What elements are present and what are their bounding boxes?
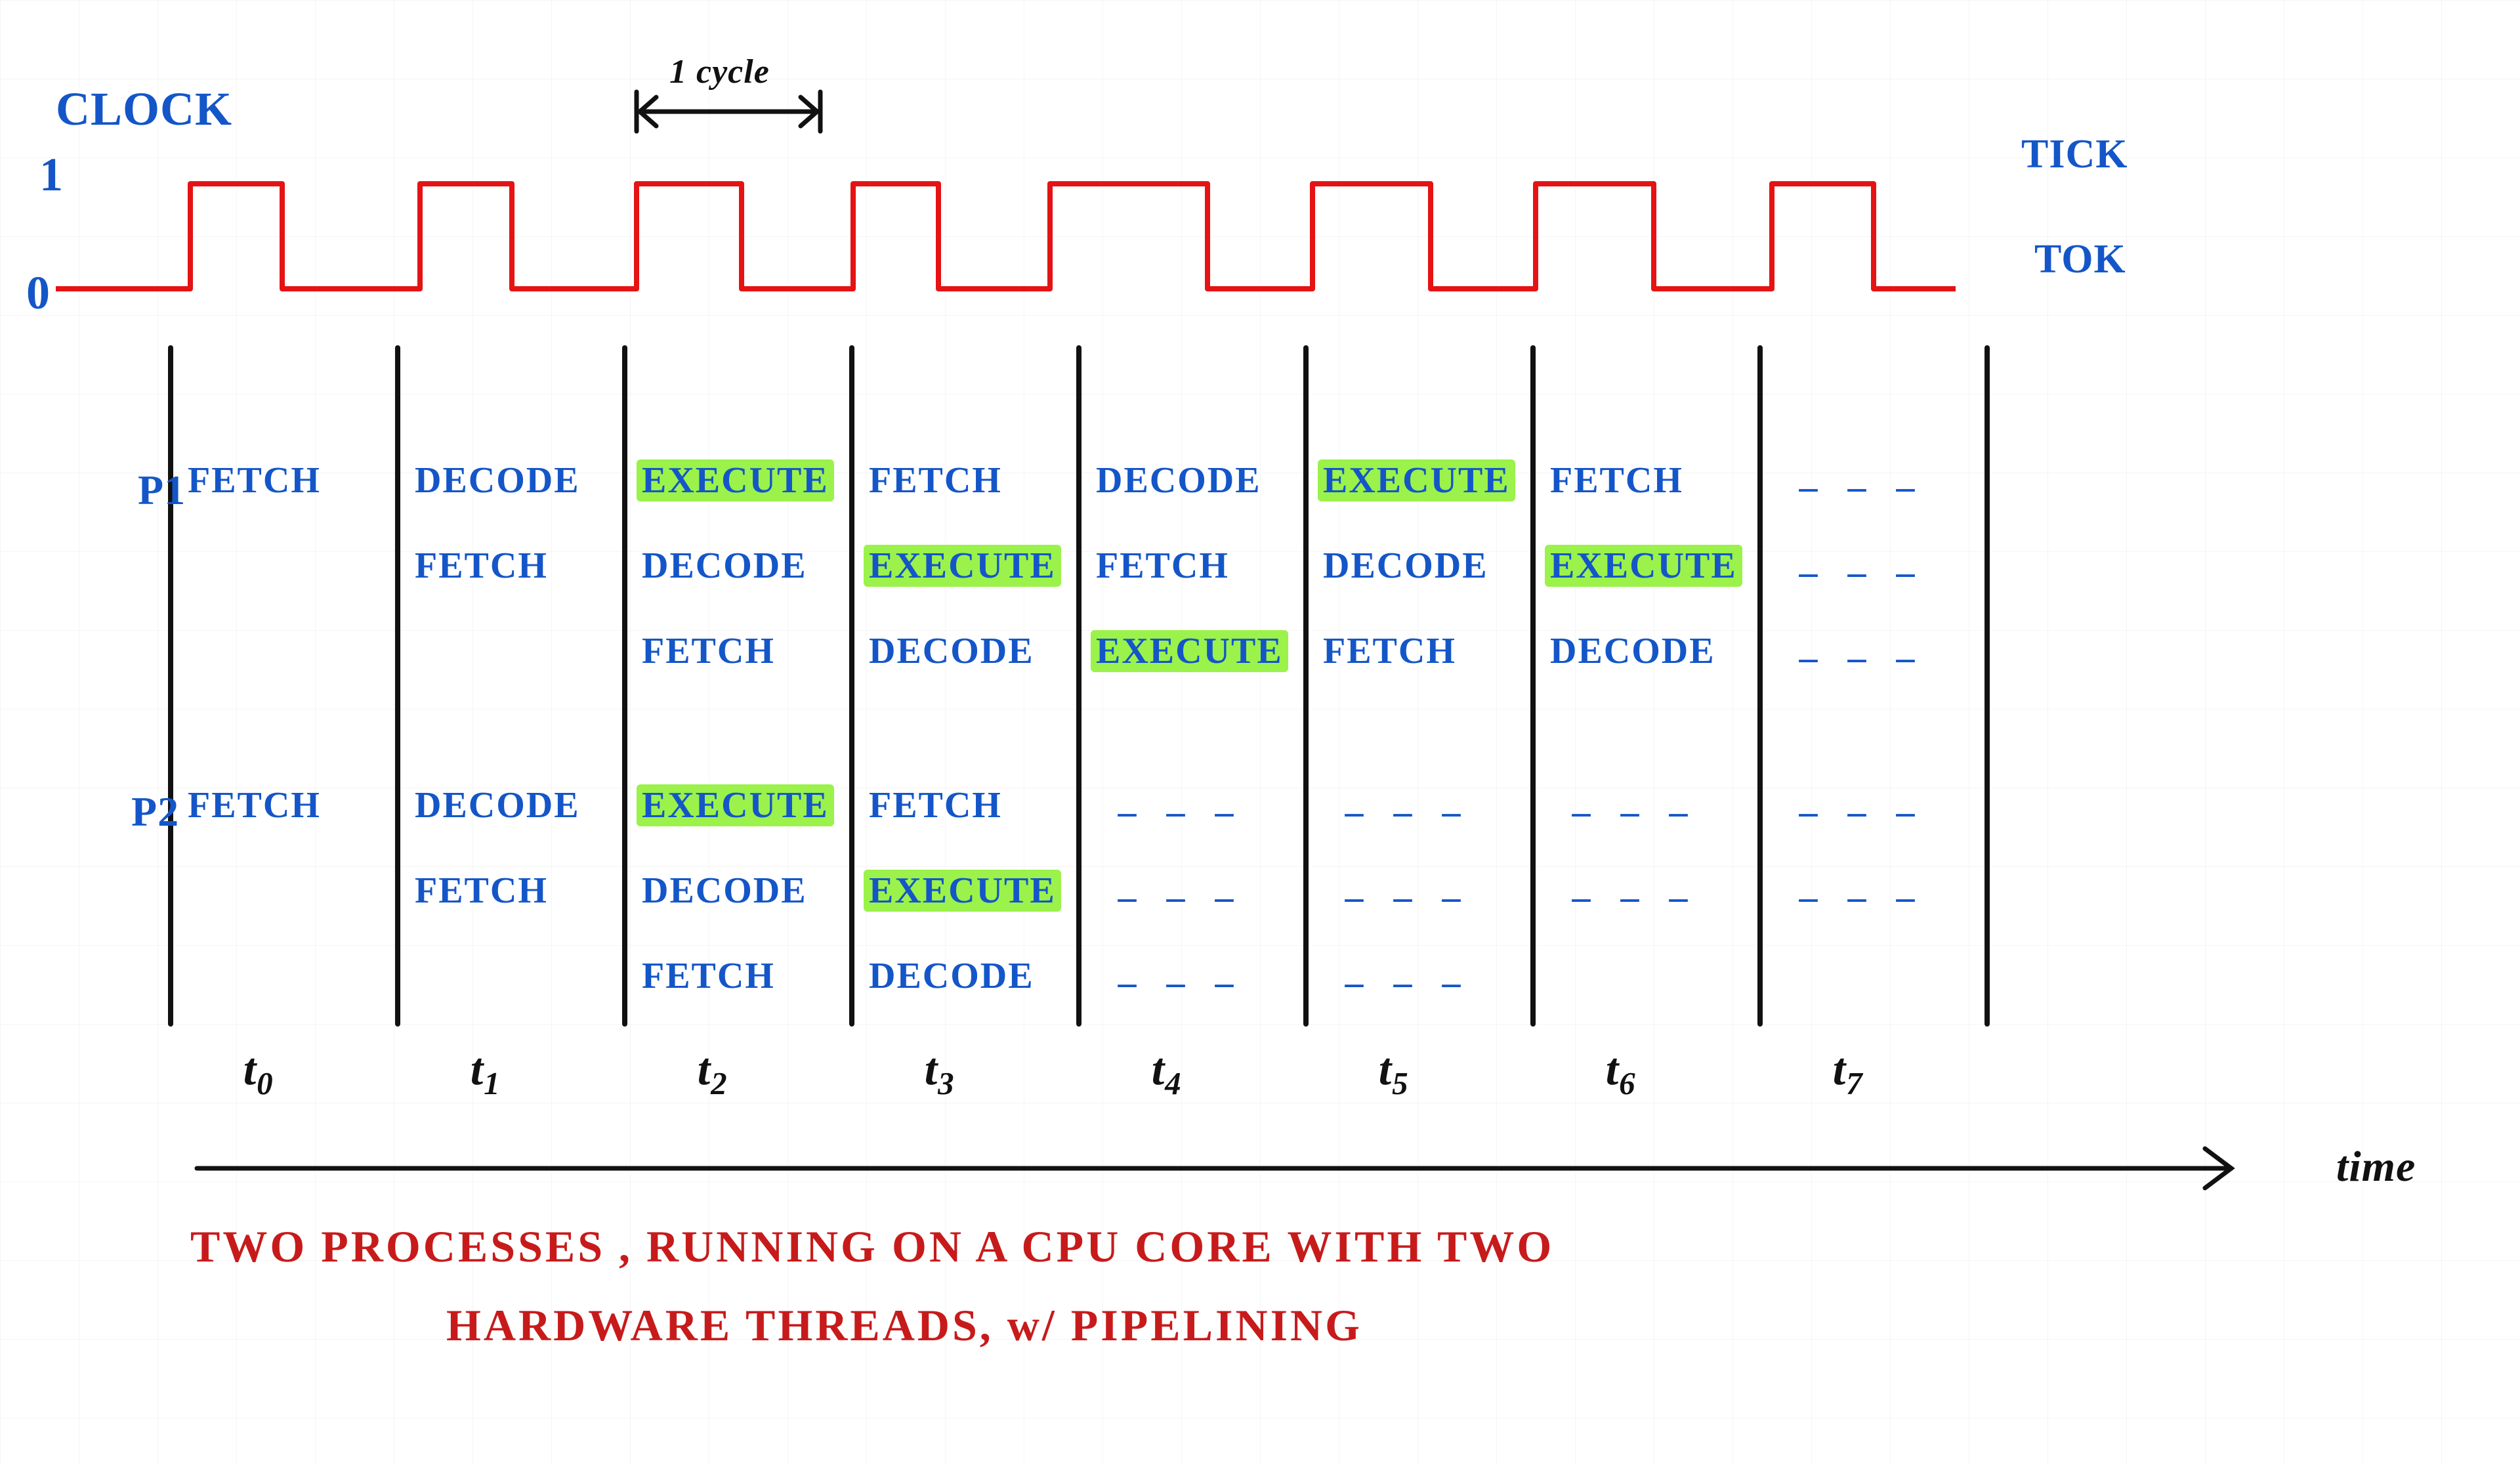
cycle-label: 1 cycle	[669, 53, 770, 91]
pipeline-stage: EXECUTE	[637, 784, 834, 826]
continuation-dots: – – –	[1799, 791, 1925, 833]
pipeline-stage: FETCH	[182, 784, 326, 826]
pipeline-stage: FETCH	[1091, 545, 1234, 587]
continuation-dots: – – –	[1345, 876, 1471, 918]
pipeline-stage: FETCH	[864, 459, 1007, 501]
time-arrow	[197, 1149, 2231, 1188]
pipeline-stage: FETCH	[1545, 459, 1689, 501]
pipeline-stage: DECODE	[864, 955, 1040, 997]
clock-level-1: 1	[39, 148, 64, 202]
continuation-dots: – – –	[1118, 876, 1244, 918]
pipeline-stage: DECODE	[1318, 545, 1494, 587]
pipeline-stage: EXECUTE	[1545, 545, 1742, 587]
time-col-label: t5	[1379, 1044, 1409, 1102]
pipeline-stage: DECODE	[410, 784, 585, 826]
continuation-dots: – – –	[1345, 791, 1471, 833]
continuation-dots: – – –	[1799, 466, 1925, 508]
pipeline-stage: FETCH	[182, 459, 326, 501]
time-label: time	[2336, 1142, 2416, 1192]
pipeline-stage: EXECUTE	[864, 870, 1061, 912]
pipeline-stage: DECODE	[864, 630, 1040, 672]
time-col-label: t1	[471, 1044, 501, 1102]
continuation-dots: – – –	[1345, 962, 1471, 1004]
pipeline-stage: EXECUTE	[864, 545, 1061, 587]
continuation-dots: – – –	[1799, 637, 1925, 679]
tick-label: TICK	[2021, 131, 2128, 178]
pipeline-stage: DECODE	[637, 545, 812, 587]
pipeline-stage: FETCH	[410, 870, 553, 912]
caption-line-1: TWO PROCESSES , RUNNING ON A CPU CORE WI…	[190, 1221, 1554, 1273]
cycle-arrow	[637, 92, 820, 131]
time-col-label: t6	[1606, 1044, 1636, 1102]
pipeline-stage: DECODE	[1545, 630, 1721, 672]
pipeline-stage: FETCH	[637, 955, 780, 997]
clock-level-0: 0	[26, 266, 51, 320]
clock-label: CLOCK	[56, 82, 232, 137]
continuation-dots: – – –	[1118, 962, 1244, 1004]
time-col-label: t0	[243, 1044, 274, 1102]
caption-line-2: HARDWARE THREADS, w/ PIPELINING	[446, 1300, 1362, 1351]
continuation-dots: – – –	[1118, 791, 1244, 833]
pipeline-stage: EXECUTE	[637, 459, 834, 501]
pipeline-stage: DECODE	[1091, 459, 1267, 501]
tok-label: TOK	[2034, 236, 2126, 283]
pipeline-stage: EXECUTE	[1091, 630, 1288, 672]
continuation-dots: – – –	[1572, 791, 1698, 833]
continuation-dots: – – –	[1799, 551, 1925, 593]
pipeline-stage: EXECUTE	[1318, 459, 1515, 501]
pipeline-stage: DECODE	[410, 459, 585, 501]
time-col-label: t7	[1833, 1044, 1863, 1102]
time-col-label: t4	[1152, 1044, 1182, 1102]
pipeline-stage: FETCH	[864, 784, 1007, 826]
p2-label: P2	[131, 788, 179, 836]
p1-label: P1	[138, 466, 186, 515]
pipeline-stage: DECODE	[637, 870, 812, 912]
time-col-label: t3	[925, 1044, 955, 1102]
continuation-dots: – – –	[1572, 876, 1698, 918]
pipeline-stage: FETCH	[1318, 630, 1461, 672]
continuation-dots: – – –	[1799, 876, 1925, 918]
pipeline-stage: FETCH	[637, 630, 780, 672]
pipeline-stage: FETCH	[410, 545, 553, 587]
time-col-label: t2	[698, 1044, 728, 1102]
clock-wave	[56, 184, 1956, 289]
